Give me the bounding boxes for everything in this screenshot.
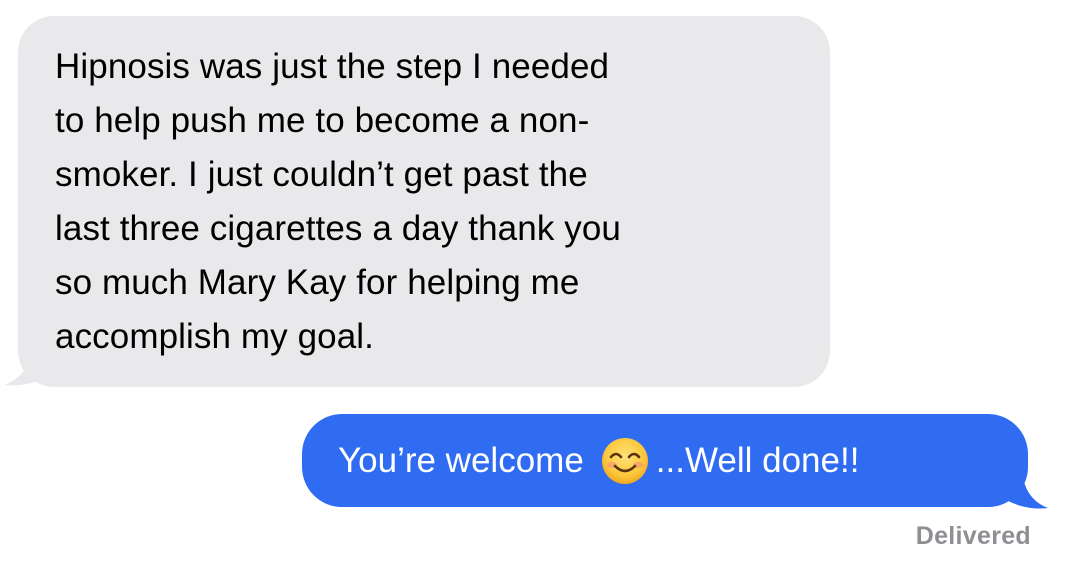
smiling-face-emoji-icon	[601, 437, 648, 484]
sent-message-text-end: ...Well done!!	[655, 440, 860, 480]
delivery-status: Delivered	[915, 522, 1031, 550]
received-message-text: Hipnosis was just the step I needed to h…	[55, 47, 621, 356]
message-thread: Hipnosis was just the step I needed to h…	[0, 0, 1069, 564]
sent-message-text-start: You’re welcome	[338, 440, 584, 480]
received-message-bubble[interactable]: Hipnosis was just the step I needed to h…	[18, 16, 830, 387]
sent-message-bubble[interactable]: You’re welcome ...Well done!!	[302, 414, 1028, 507]
